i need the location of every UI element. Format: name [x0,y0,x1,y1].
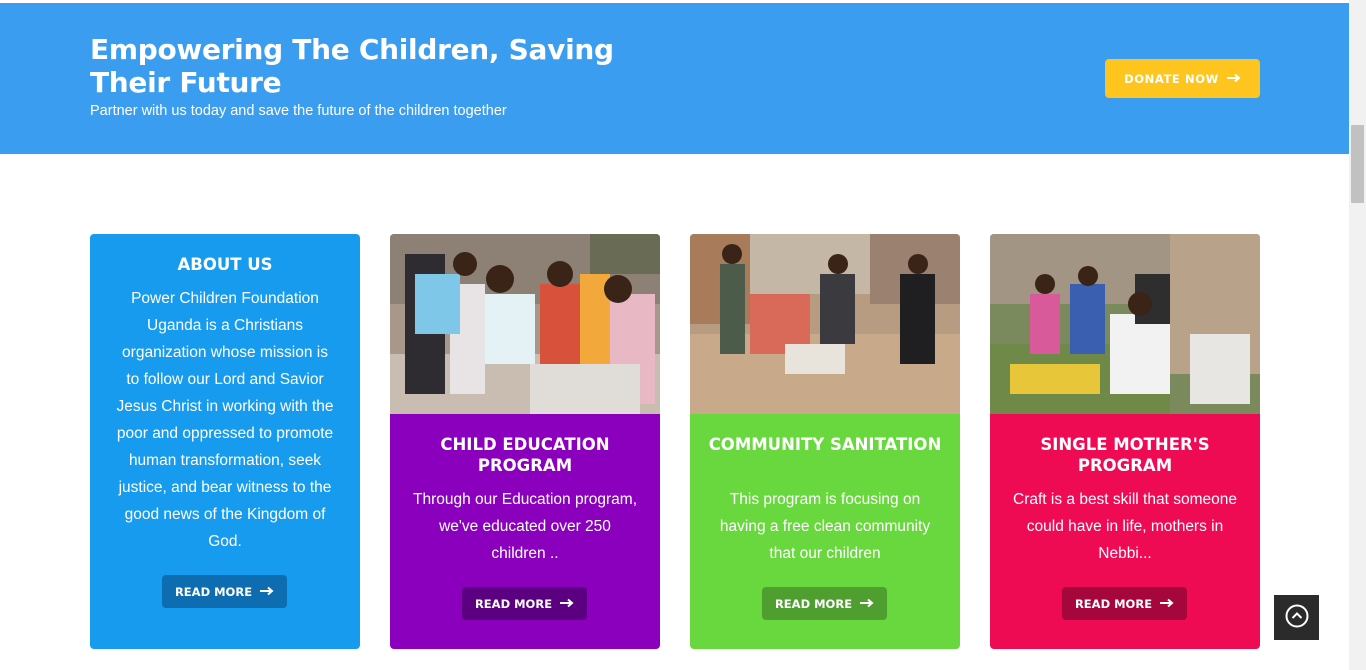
card-title: ABOUT US [177,255,273,274]
back-to-top-button[interactable] [1274,595,1319,640]
read-more-button[interactable]: READ MORE [462,587,587,620]
read-more-label: READ MORE [774,596,853,611]
page: Empowering The Children, Saving Their Fu… [0,0,1366,670]
card-text: Power Children Foundation Uganda is a Ch… [116,290,334,550]
arrow-right-icon [1160,597,1174,611]
arrow-right-icon [1226,72,1241,86]
card-body: SINGLE MOTHER'S PROGRAM Craft is a best … [990,414,1260,649]
card-title: SINGLE MOTHER'S PROGRAM [1040,435,1210,475]
scrollbar-thumb[interactable] [1351,125,1364,203]
child-education-card: CHILD EDUCATION PROGRAM Through our Educ… [390,234,660,649]
read-more-label: READ MORE [1074,596,1153,611]
card-text: Craft is a best skill that someone could… [1013,491,1237,562]
arrow-right-icon [260,585,274,599]
card-text: Through our Education program, we've edu… [412,491,638,562]
card-title: COMMUNITY SANITATION [708,435,942,454]
arrow-right-icon [560,597,574,611]
arrow-right-icon [860,597,874,611]
vertical-scrollbar[interactable] [1349,0,1366,670]
banner-subtitle: Partner with us today and save the futur… [90,103,507,119]
card-title: CHILD EDUCATION PROGRAM [440,435,610,475]
read-more-button[interactable]: READ MORE [762,587,887,620]
education-photo [390,234,660,414]
read-more-button[interactable]: READ MORE [1062,587,1187,620]
card-text: This program is focusing on having a fre… [719,491,931,562]
community-sanitation-card: COMMUNITY SANITATION This program is foc… [690,234,960,649]
chevron-up-circle-icon [1284,603,1310,633]
donate-label: DONATE NOW [1124,71,1219,86]
read-more-button[interactable]: READ MORE [162,575,287,608]
card-body: COMMUNITY SANITATION This program is foc… [690,414,960,649]
banner-title: Empowering The Children, Saving Their Fu… [90,33,614,99]
donation-banner: Empowering The Children, Saving Their Fu… [0,3,1349,154]
card-body: CHILD EDUCATION PROGRAM Through our Educ… [390,414,660,649]
read-more-label: READ MORE [474,596,553,611]
donate-now-button[interactable]: DONATE NOW [1105,59,1260,98]
read-more-label: READ MORE [174,584,253,599]
single-mothers-card: SINGLE MOTHER'S PROGRAM Craft is a best … [990,234,1260,649]
mothers-photo [990,234,1260,414]
about-us-card: ABOUT US Power Children Foundation Ugand… [90,234,360,649]
sanitation-photo [690,234,960,414]
